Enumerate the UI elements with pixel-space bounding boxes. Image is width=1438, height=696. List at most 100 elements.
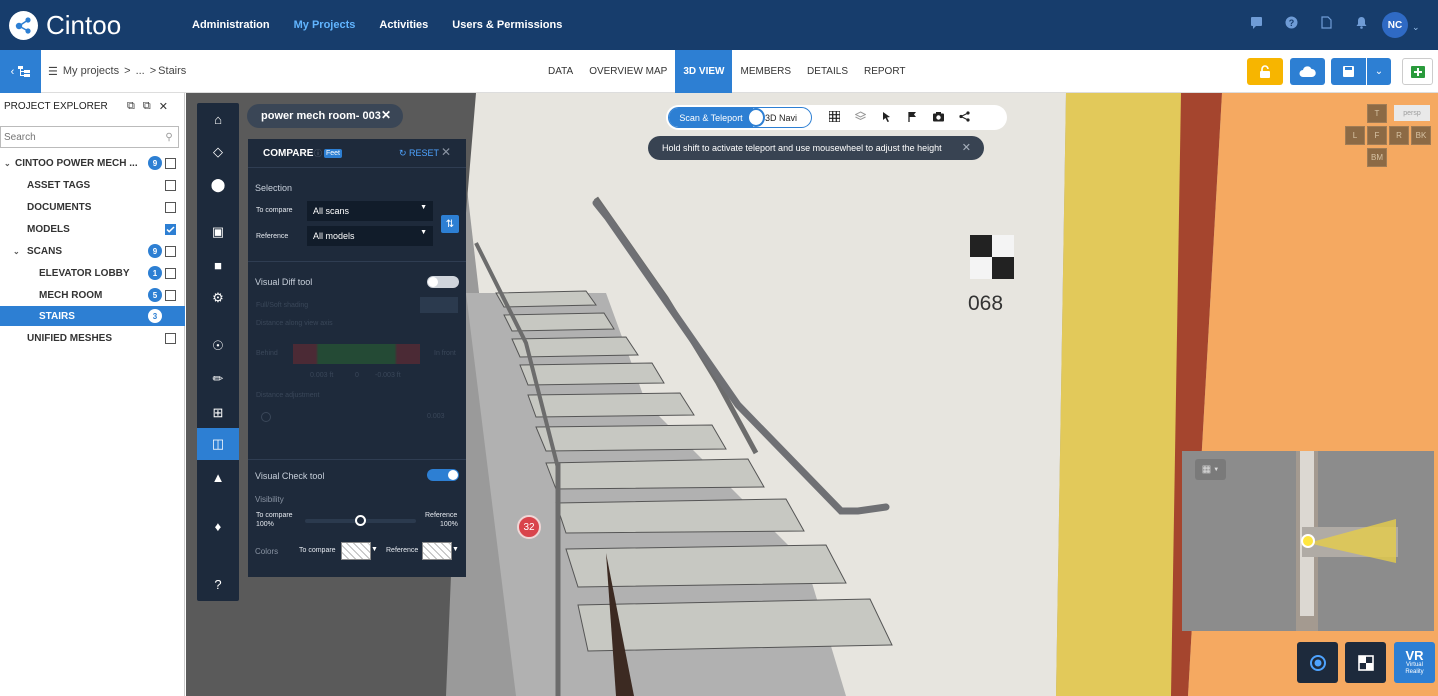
minimap[interactable]: ▦ ▼ <box>1182 451 1434 631</box>
navigation-mode-switch[interactable]: Scan & Teleport 3D Navi <box>668 107 812 128</box>
compare-button[interactable]: ◫ <box>197 428 239 460</box>
help-button[interactable]: ? <box>197 568 239 600</box>
close-icon[interactable]: ✕ <box>159 100 168 113</box>
home-button[interactable]: ⌂ <box>197 103 239 135</box>
lock-button[interactable] <box>1247 58 1283 85</box>
tree-row-unified-meshes[interactable]: UNIFIED MESHES <box>0 328 185 348</box>
logo[interactable]: Cintoo <box>9 10 121 41</box>
caret-down-icon[interactable]: ▼ <box>452 546 459 553</box>
scan-teleport-mode[interactable]: Scan & Teleport <box>669 108 753 127</box>
document-icon[interactable] <box>1320 16 1333 29</box>
tree-row-elevator-lobby[interactable]: ELEVATOR LOBBY 1 <box>0 263 185 283</box>
tree-row-models[interactable]: MODELS <box>0 219 185 239</box>
reference-select[interactable]: All models ▼ <box>307 226 433 246</box>
location-button[interactable]: ☉ <box>197 330 239 362</box>
nav-my-projects[interactable]: My Projects <box>294 19 356 31</box>
view-right-button[interactable]: R <box>1389 126 1409 145</box>
explorer-toggle-button[interactable]: ‹ <box>0 50 41 93</box>
virtual-reality-button[interactable]: VR Virtual Reality <box>1394 642 1435 683</box>
search-icon[interactable]: ⚲ <box>160 126 179 148</box>
add-folder-button[interactable] <box>1402 58 1433 85</box>
tree-row-scans[interactable]: ⌄ SCANS 9 <box>0 241 185 261</box>
tree-row-documents[interactable]: DOCUMENTS <box>0 197 185 217</box>
split-view-button[interactable] <box>1345 642 1386 683</box>
swap-button[interactable]: ⇅ <box>441 215 459 233</box>
tab-3d-view[interactable]: 3D VIEW <box>675 50 733 93</box>
visual-diff-toggle[interactable] <box>427 276 459 288</box>
collapse-all-icon[interactable]: ⧉ <box>127 100 135 113</box>
chevron-down-icon[interactable]: ⌄ <box>1412 22 1420 33</box>
visibility-checkbox[interactable] <box>165 289 176 301</box>
visibility-checkbox[interactable] <box>165 223 176 235</box>
visibility-checkbox[interactable] <box>165 179 176 191</box>
visibility-slider[interactable] <box>305 515 416 526</box>
cloud-sync-button[interactable] <box>1290 58 1325 85</box>
perspective-toggle[interactable]: persp <box>1394 105 1430 121</box>
bell-icon[interactable] <box>1355 16 1368 29</box>
visibility-checkbox[interactable] <box>165 267 176 279</box>
reference-color-picker[interactable] <box>422 542 452 560</box>
tab-members[interactable]: MEMBERS <box>732 50 799 93</box>
camera-icon[interactable] <box>933 111 944 122</box>
breadcrumb-ellipsis[interactable]: ... <box>136 65 145 78</box>
layers-button[interactable]: ◇ <box>197 136 239 168</box>
mode-switch-knob[interactable] <box>747 108 765 127</box>
tab-data[interactable]: DATA <box>540 50 581 93</box>
expand-all-icon[interactable]: ⧉ <box>143 100 151 113</box>
nav-users-permissions[interactable]: Users & Permissions <box>452 19 562 31</box>
chevron-down-icon[interactable]: ⌄ <box>4 159 11 168</box>
reset-button[interactable]: ↻ RESET <box>399 148 439 159</box>
camera-path-button[interactable]: ■ <box>197 249 239 281</box>
menu-icon[interactable]: ☰ <box>48 65 58 78</box>
tags-button[interactable]: ♦ <box>197 510 239 542</box>
tree-row-stairs[interactable]: STAIRS 3 <box>0 306 185 326</box>
caret-down-icon[interactable]: ▼ <box>371 546 378 553</box>
close-icon[interactable]: ✕ <box>381 108 391 122</box>
view-bottom-button[interactable]: BM <box>1367 148 1387 167</box>
view-left-button[interactable]: L <box>1345 126 1365 145</box>
view-top-button[interactable]: T <box>1367 104 1387 123</box>
visibility-checkbox[interactable] <box>165 201 176 213</box>
measure-button[interactable]: ✏ <box>197 363 239 395</box>
share-icon[interactable] <box>959 111 970 122</box>
chat-icon[interactable] <box>1250 16 1263 29</box>
explorer-search-input[interactable] <box>0 126 179 148</box>
close-icon[interactable]: ✕ <box>441 145 451 159</box>
chevron-down-icon[interactable]: ⌄ <box>13 247 20 256</box>
tree-row-project[interactable]: ⌄ CINTOO POWER MECH ... 9 <box>0 153 185 173</box>
tab-report[interactable]: REPORT <box>856 50 914 93</box>
crop-button[interactable]: ⊞ <box>197 397 239 429</box>
viewpoint-save-button[interactable] <box>1331 58 1366 85</box>
3d-navi-mode[interactable]: 3D Navi <box>765 108 797 127</box>
nav-activities[interactable]: Activities <box>379 19 428 31</box>
flag-icon[interactable] <box>907 111 918 122</box>
settings-button[interactable]: ⚙ <box>197 282 239 314</box>
teleport-target-button[interactable] <box>1297 642 1338 683</box>
visibility-checkbox[interactable] <box>165 245 176 257</box>
scan-marker[interactable]: 32 <box>517 515 541 539</box>
visibility-checkbox[interactable] <box>165 157 176 169</box>
layers-icon[interactable] <box>855 111 866 122</box>
view-front-button[interactable]: F <box>1367 126 1387 145</box>
breadcrumb-my-projects[interactable]: My projects <box>63 65 119 78</box>
close-icon[interactable]: ✕ <box>962 141 971 154</box>
screen-button[interactable]: ▣ <box>197 216 239 248</box>
user-avatar[interactable]: NC <box>1382 12 1408 38</box>
sphere-button[interactable]: ⬤ <box>197 169 239 201</box>
map-button[interactable]: ▲ <box>197 461 239 493</box>
tab-overview-map[interactable]: OVERVIEW MAP <box>581 50 675 93</box>
view-back-button[interactable]: BK <box>1411 126 1431 145</box>
cursor-icon[interactable] <box>881 111 892 122</box>
help-icon[interactable]: ? <box>1285 16 1298 29</box>
visual-check-toggle[interactable] <box>427 469 459 481</box>
nav-administration[interactable]: Administration <box>192 19 270 31</box>
to-compare-select[interactable]: All scans ▼ <box>307 201 433 221</box>
slider-handle[interactable] <box>355 515 366 526</box>
grid-icon[interactable] <box>829 111 840 122</box>
visibility-checkbox[interactable] <box>165 332 176 344</box>
info-icon[interactable]: ⓘ <box>314 148 322 159</box>
tree-row-mech-room[interactable]: MECH ROOM 5 <box>0 285 185 305</box>
viewpoint-dropdown-button[interactable]: ⌄ <box>1367 58 1391 85</box>
tree-row-asset-tags[interactable]: ASSET TAGS <box>0 175 185 195</box>
tab-details[interactable]: DETAILS <box>799 50 856 93</box>
